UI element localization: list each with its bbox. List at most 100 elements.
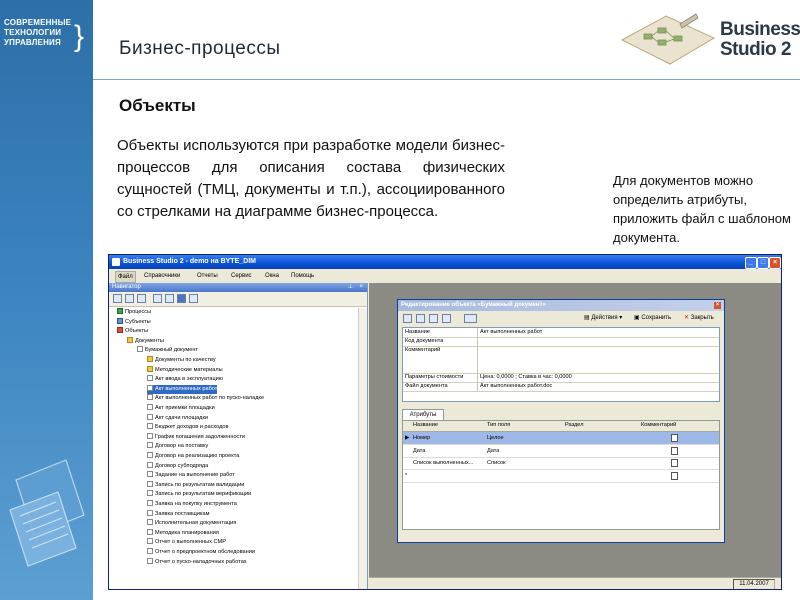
document-dialog: Редактирование объекта «Бумажный докумен…: [397, 299, 725, 543]
tree-item-label: Договор на поставку: [155, 443, 209, 450]
tree-item[interactable]: Заявка на покупку инструмента: [147, 500, 237, 509]
tree-item[interactable]: Документы по качеству: [147, 356, 216, 365]
document-icon: [147, 471, 153, 478]
tree-item[interactable]: Запись по результатам валидации: [147, 480, 244, 490]
edit-icon[interactable]: [113, 294, 122, 303]
tree-item-label: График погашения задолженности: [155, 433, 246, 440]
dialog-title: Редактирование объекта «Бумажный докумен…: [401, 302, 546, 308]
tree-item[interactable]: Отчет о пуско-наладочных работах: [147, 557, 247, 567]
document-icon: [147, 413, 153, 420]
tree-item[interactable]: Акт выполненных работ по пуско-наладке: [147, 394, 264, 403]
tree-item[interactable]: Акт сдачи площадки: [147, 413, 208, 423]
navigator-scrollbar[interactable]: [358, 308, 367, 589]
col-name[interactable]: Название: [413, 422, 438, 428]
actions-button[interactable]: ▤ Действия ▾: [584, 314, 622, 321]
tree-item[interactable]: Исполнительная документация: [147, 519, 236, 528]
tree-item[interactable]: Объекты: [117, 327, 148, 336]
document-icon: [147, 538, 153, 545]
document-icon: [147, 394, 153, 401]
tree-item[interactable]: Договор на реализацию проекта: [147, 452, 239, 461]
tree-item[interactable]: Договор субподряда: [147, 461, 208, 471]
properties-icon[interactable]: [125, 294, 134, 303]
comment-note-icon[interactable]: [671, 471, 678, 480]
tree-item[interactable]: Методические материалы: [147, 365, 223, 375]
grid-row[interactable]: Дата Дата: [403, 445, 719, 458]
tree-item[interactable]: Акт ввода в эксплуатацию: [147, 375, 223, 384]
grid-row[interactable]: ▶ Номер Целое: [403, 432, 719, 445]
document-icon: [147, 500, 153, 506]
tree-item[interactable]: Документы: [127, 336, 164, 346]
dialog-close-icon[interactable]: ×: [714, 302, 721, 309]
comment-note-icon[interactable]: [671, 434, 678, 442]
close-navigator-icon[interactable]: ×: [359, 283, 363, 292]
tree-item[interactable]: Договор на поставку: [147, 442, 208, 451]
tree-item[interactable]: Отчет о выполненных СМР: [147, 538, 226, 547]
tree-icon[interactable]: [165, 294, 174, 303]
filter-icon[interactable]: [177, 294, 186, 303]
list-icon[interactable]: [153, 294, 162, 303]
field-file[interactable]: Файл документа Акт выполненных работ.doc: [403, 382, 719, 392]
menu-help[interactable]: Помощь: [289, 271, 316, 281]
status-date: 11.04.2007: [733, 579, 775, 589]
grid-row[interactable]: *: [403, 470, 719, 483]
comment-note-icon[interactable]: [671, 446, 678, 455]
tree-item[interactable]: Задание на выполнение работ: [147, 471, 235, 480]
tree-item[interactable]: Субъекты: [117, 317, 151, 327]
menu-references[interactable]: Справочники: [142, 271, 182, 281]
document-icon: [147, 557, 153, 564]
tree-item[interactable]: Заявка поставщикам: [147, 509, 210, 519]
logo-diagram-icon: [620, 13, 716, 65]
options-icon[interactable]: [189, 294, 198, 303]
tree-item-label: Процессы: [125, 309, 152, 315]
minimize-button[interactable]: _: [745, 257, 757, 269]
tree-item[interactable]: Акт приемки площадки: [147, 404, 215, 413]
grid-row[interactable]: Список выполненных... Список: [403, 457, 719, 470]
pin-icon[interactable]: ⊥: [348, 283, 353, 292]
tree-item[interactable]: Методика планирования: [147, 528, 219, 538]
tree-item-label: Акт выполненных работ по пуско-наладке: [155, 395, 265, 402]
status-bar: 11.04.2007: [369, 577, 781, 589]
logo-text-line2: Studio 2: [720, 39, 791, 60]
refresh-icon[interactable]: [137, 294, 146, 303]
save-icon[interactable]: [403, 314, 412, 323]
col-section[interactable]: Раздел: [565, 422, 584, 428]
menu-service[interactable]: Сервис: [229, 271, 254, 281]
workspace-area: Редактирование объекта «Бумажный докумен…: [369, 283, 781, 589]
folder-icon: [127, 336, 133, 343]
tree-item[interactable]: Отчет о предпроектном обследовании: [147, 548, 255, 557]
menu-reports[interactable]: Отчеты: [195, 271, 220, 281]
document-icon: [147, 509, 153, 516]
tree-item[interactable]: Акт выполненных работ: [147, 384, 218, 394]
close-window-button[interactable]: ×: [769, 257, 781, 269]
tree-item-label: Субъекты: [125, 318, 151, 325]
field-comment-label: Комментарий: [405, 347, 441, 353]
document-icon: [147, 490, 153, 497]
document-icon: [147, 442, 153, 449]
header-divider: [93, 79, 800, 80]
print-icon[interactable]: [442, 314, 451, 323]
tree-item[interactable]: Процессы: [117, 308, 151, 317]
tree-item[interactable]: График погашения задолженности: [147, 432, 246, 442]
grid-cell-name: Список выполненных...: [413, 460, 474, 466]
document-icon: [147, 384, 153, 391]
copy-icon[interactable]: [416, 314, 425, 323]
folder-icon: [147, 365, 153, 372]
link-icon[interactable]: [464, 314, 477, 323]
tree-item[interactable]: Бумажный документ: [137, 346, 198, 355]
document-icon: [147, 423, 153, 430]
close-button[interactable]: ✕ Закрыть: [684, 314, 714, 321]
section-title: Объекты: [119, 96, 196, 115]
document-icon: [137, 346, 143, 353]
main-paragraph: Объекты используются при разработке моде…: [117, 137, 505, 220]
col-comment[interactable]: Комментарий: [641, 422, 676, 428]
comment-note-icon[interactable]: [671, 459, 678, 467]
grid-icon[interactable]: [429, 314, 438, 323]
menu-file[interactable]: Файл: [115, 271, 136, 283]
tree-item[interactable]: Запись по результатам верификации: [147, 490, 251, 499]
maximize-button[interactable]: □: [757, 257, 769, 269]
save-button[interactable]: ▣ Сохранить: [634, 314, 671, 321]
menu-windows[interactable]: Окна: [263, 271, 281, 281]
tree-item[interactable]: Бюджет доходов и расходов: [147, 423, 229, 432]
field-comment[interactable]: Комментарий: [403, 346, 719, 374]
col-type[interactable]: Тип поля: [487, 422, 510, 428]
